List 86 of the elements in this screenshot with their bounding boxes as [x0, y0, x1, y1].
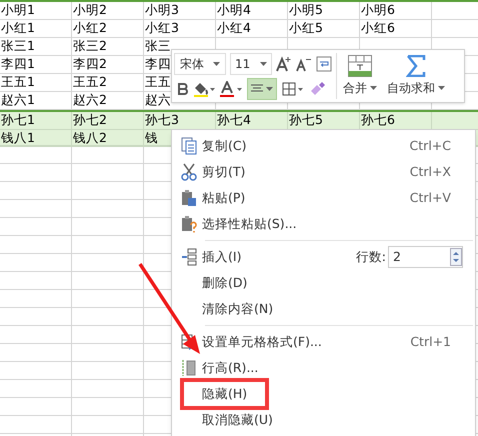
wrap-text-icon[interactable]	[316, 56, 332, 72]
row-height-icon	[181, 359, 197, 377]
table-cell: 小明5	[289, 2, 323, 17]
table-cell: 王五1	[1, 74, 35, 89]
scissors-icon	[181, 163, 197, 181]
table-cell: 小红5	[289, 20, 323, 35]
shortcut-label: Ctrl+1	[410, 332, 451, 351]
row-count-label: 行数:	[356, 248, 386, 266]
merge-dropdown[interactable]: 合并	[343, 79, 377, 97]
menu-item[interactable]: 取消隐藏(U)	[172, 407, 475, 433]
caret-icon	[266, 86, 273, 90]
paste-special-icon	[181, 215, 197, 233]
table-cell: 小红6	[361, 20, 395, 35]
align-center-button[interactable]	[247, 78, 277, 100]
menu-item[interactable]: 复制(C) Ctrl+C	[172, 133, 475, 159]
table-cell: 孙七5	[289, 112, 323, 127]
menu-item-label: 清除内容(N)	[202, 300, 274, 318]
table-cell: 小红2	[73, 20, 107, 35]
font-dropdown[interactable]: 宋体	[174, 52, 226, 74]
table-cell: 孙七2	[73, 112, 107, 127]
table-cell: 小红1	[1, 20, 35, 35]
table-cell: 赵六1	[1, 92, 35, 107]
menu-item[interactable]: 删除(D)	[172, 270, 475, 296]
bold-icon[interactable]	[178, 82, 188, 94]
table-cell: 小明1	[1, 2, 35, 17]
menu-item[interactable]: 隐藏(H)	[172, 381, 475, 407]
menu-item-label: 取消隐藏(U)	[202, 410, 273, 429]
shortcut-label: Ctrl+C	[410, 136, 451, 155]
menu-item[interactable]: 剪切(T) Ctrl+X	[172, 159, 475, 185]
menu-item[interactable]: 插入(I) 行数: 2	[172, 244, 475, 270]
align-center-icon	[251, 84, 263, 94]
table-cell: 小明4	[217, 2, 251, 17]
increase-font-icon[interactable]	[276, 56, 292, 72]
format-painter-icon[interactable]	[309, 82, 325, 96]
menu-item[interactable]: 行高(R)...	[172, 355, 475, 381]
menu-item-label: 选择性粘贴(S)...	[202, 214, 297, 233]
table-cell: 张三2	[73, 38, 107, 53]
menu-item-label: 设置单元格格式(F)...	[202, 332, 322, 351]
caret-icon	[370, 86, 377, 90]
table-cell: 赵六2	[73, 92, 107, 107]
shortcut-label: Ctrl+V	[410, 188, 451, 207]
menu-item-label: 粘贴(P)	[202, 188, 246, 207]
row-count-spinner[interactable]: 2	[388, 246, 463, 268]
insert-rows-icon	[181, 248, 197, 266]
font-size-dropdown[interactable]: 11	[230, 52, 272, 74]
table-cell: 孙七3	[145, 112, 179, 127]
table-cell: 李四1	[1, 56, 35, 71]
menu-item-label: 删除(D)	[202, 274, 248, 292]
merge-cells-icon[interactable]	[348, 55, 372, 77]
menu-item[interactable]: 选择性粘贴(S)...	[172, 211, 475, 237]
menu-item-label: 复制(C)	[202, 136, 246, 155]
table-cell: 钱八2	[73, 130, 107, 145]
caret-icon	[438, 86, 445, 90]
menu-item-label: 插入(I)	[202, 248, 242, 266]
fill-color-icon[interactable]	[193, 80, 215, 96]
table-cell: 李四2	[73, 56, 107, 71]
table-cell: 孙七6	[361, 112, 395, 127]
table-cell: 赵六	[145, 92, 171, 107]
menu-item-label: 行高(R)...	[202, 358, 258, 377]
table-cell: 李四	[145, 56, 171, 71]
table-cell: 小红4	[217, 20, 251, 35]
menu-item-label: 剪切(T)	[202, 162, 246, 181]
table-cell: 小明2	[73, 2, 107, 17]
sigma-icon[interactable]	[406, 55, 426, 77]
menu-item[interactable]: 粘贴(P) Ctrl+V	[172, 185, 475, 211]
caret-icon	[213, 62, 220, 66]
table-cell: 王五	[145, 74, 171, 89]
paste-icon	[181, 189, 197, 207]
font-color-icon[interactable]	[220, 80, 242, 96]
autosum-dropdown[interactable]: 自动求和	[387, 79, 445, 97]
table-cell: 孙七4	[217, 112, 251, 127]
table-cell: 王五2	[73, 74, 107, 89]
table-cell: 张三1	[1, 38, 35, 53]
table-cell: 钱	[145, 130, 158, 145]
table-cell: 张三	[145, 38, 171, 53]
table-cell: 钱八1	[1, 130, 35, 145]
copy-icon	[181, 137, 197, 155]
shortcut-label: Ctrl+X	[410, 162, 451, 181]
table-cell: 孙七1	[1, 112, 35, 127]
menu-item[interactable]: 清除内容(N)	[172, 296, 475, 322]
borders-icon[interactable]	[282, 82, 304, 96]
table-cell: 小红3	[145, 20, 179, 35]
spinner-arrows-icon[interactable]	[450, 248, 462, 266]
table-cell: 小明3	[145, 2, 179, 17]
table-cell: 小明6	[361, 2, 395, 17]
caret-icon	[260, 62, 267, 66]
